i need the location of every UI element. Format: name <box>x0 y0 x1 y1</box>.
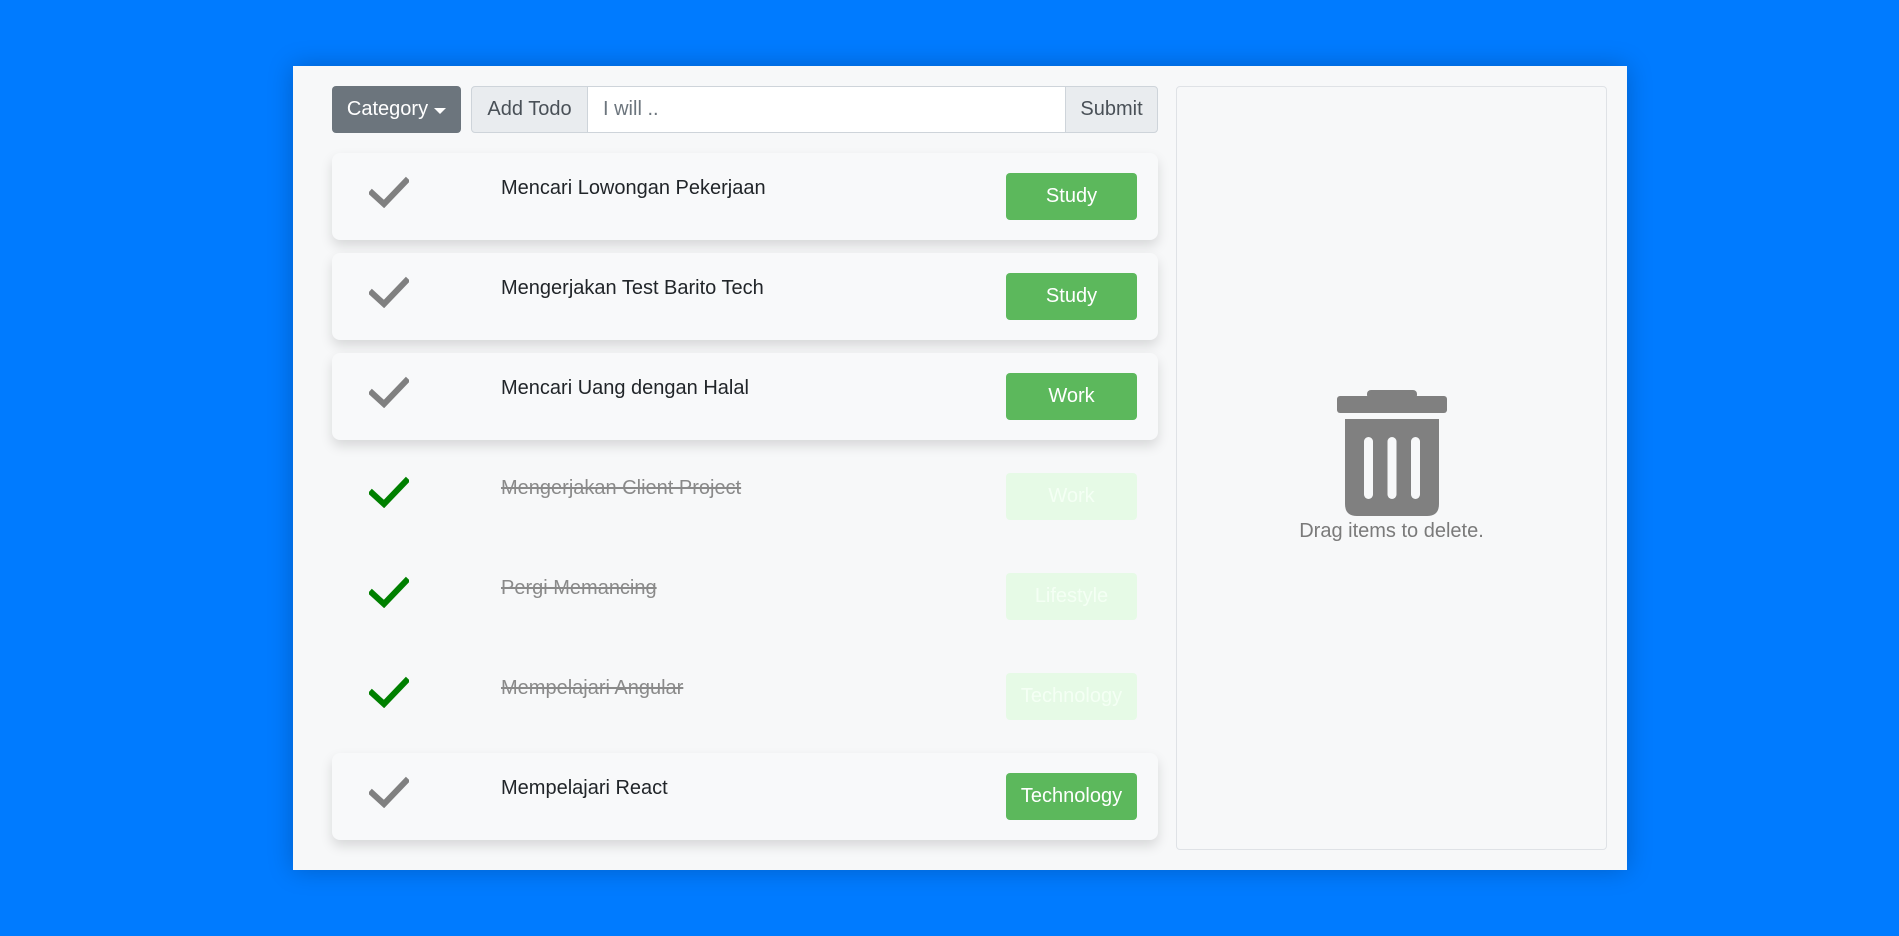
trash-icon <box>1337 390 1447 516</box>
add-todo-input-group: Add Todo Submit <box>471 86 1158 133</box>
category-badge[interactable]: Study <box>1006 173 1137 220</box>
todo-title: Mengerjakan Test Barito Tech <box>501 277 764 299</box>
check-icon[interactable] <box>369 576 409 608</box>
category-badge[interactable]: Work <box>1006 373 1137 420</box>
todo-item[interactable]: Mengerjakan Test Barito Tech Study <box>332 253 1158 340</box>
category-badge[interactable]: Study <box>1006 273 1137 320</box>
todo-column: Category Add Todo Submit Mencari Lowonga… <box>332 86 1158 853</box>
todo-title: Mempelajari Angular <box>501 677 684 699</box>
todo-title: Mempelajari React <box>501 777 668 799</box>
todo-item[interactable]: Mempelajari React Technology <box>332 753 1158 840</box>
todo-title: Pergi Memancing <box>501 577 657 599</box>
caret-down-icon <box>434 107 447 114</box>
todo-title: Mencari Lowongan Pekerjaan <box>501 177 766 199</box>
category-dropdown-button[interactable]: Category <box>332 86 461 133</box>
check-icon[interactable] <box>369 776 409 808</box>
check-icon[interactable] <box>369 276 409 308</box>
todo-item[interactable]: Pergi Memancing Lifestyle <box>332 553 1158 640</box>
add-todo-label: Add Todo <box>471 86 588 133</box>
category-badge[interactable]: Technology <box>1006 773 1137 820</box>
todo-list: Mencari Lowongan Pekerjaan Study Mengerj… <box>332 153 1158 840</box>
todo-title: Mencari Uang dengan Halal <box>501 377 749 399</box>
todo-item[interactable]: Mencari Lowongan Pekerjaan Study <box>332 153 1158 240</box>
add-todo-bar: Category Add Todo Submit <box>332 86 1158 133</box>
todo-app-card: Category Add Todo Submit Mencari Lowonga… <box>293 66 1627 870</box>
category-dropdown-label: Category <box>346 98 429 120</box>
check-icon[interactable] <box>369 476 409 508</box>
category-badge[interactable]: Technology <box>1006 673 1137 720</box>
todo-input[interactable] <box>588 86 1065 133</box>
todo-item[interactable]: Mempelajari Angular Technology <box>332 653 1158 740</box>
todo-item[interactable]: Mengerjakan Client Project Work <box>332 453 1158 540</box>
category-badge[interactable]: Work <box>1006 473 1137 520</box>
trash-drop-zone[interactable]: Drag items to delete. <box>1176 86 1607 850</box>
todo-title: Mengerjakan Client Project <box>501 477 742 499</box>
check-icon[interactable] <box>369 676 409 708</box>
check-icon[interactable] <box>369 376 409 408</box>
trash-label: Drag items to delete. <box>1299 520 1484 542</box>
submit-button[interactable]: Submit <box>1065 86 1158 133</box>
todo-item[interactable]: Mencari Uang dengan Halal Work <box>332 353 1158 440</box>
category-badge[interactable]: Lifestyle <box>1006 573 1137 620</box>
check-icon[interactable] <box>369 176 409 208</box>
